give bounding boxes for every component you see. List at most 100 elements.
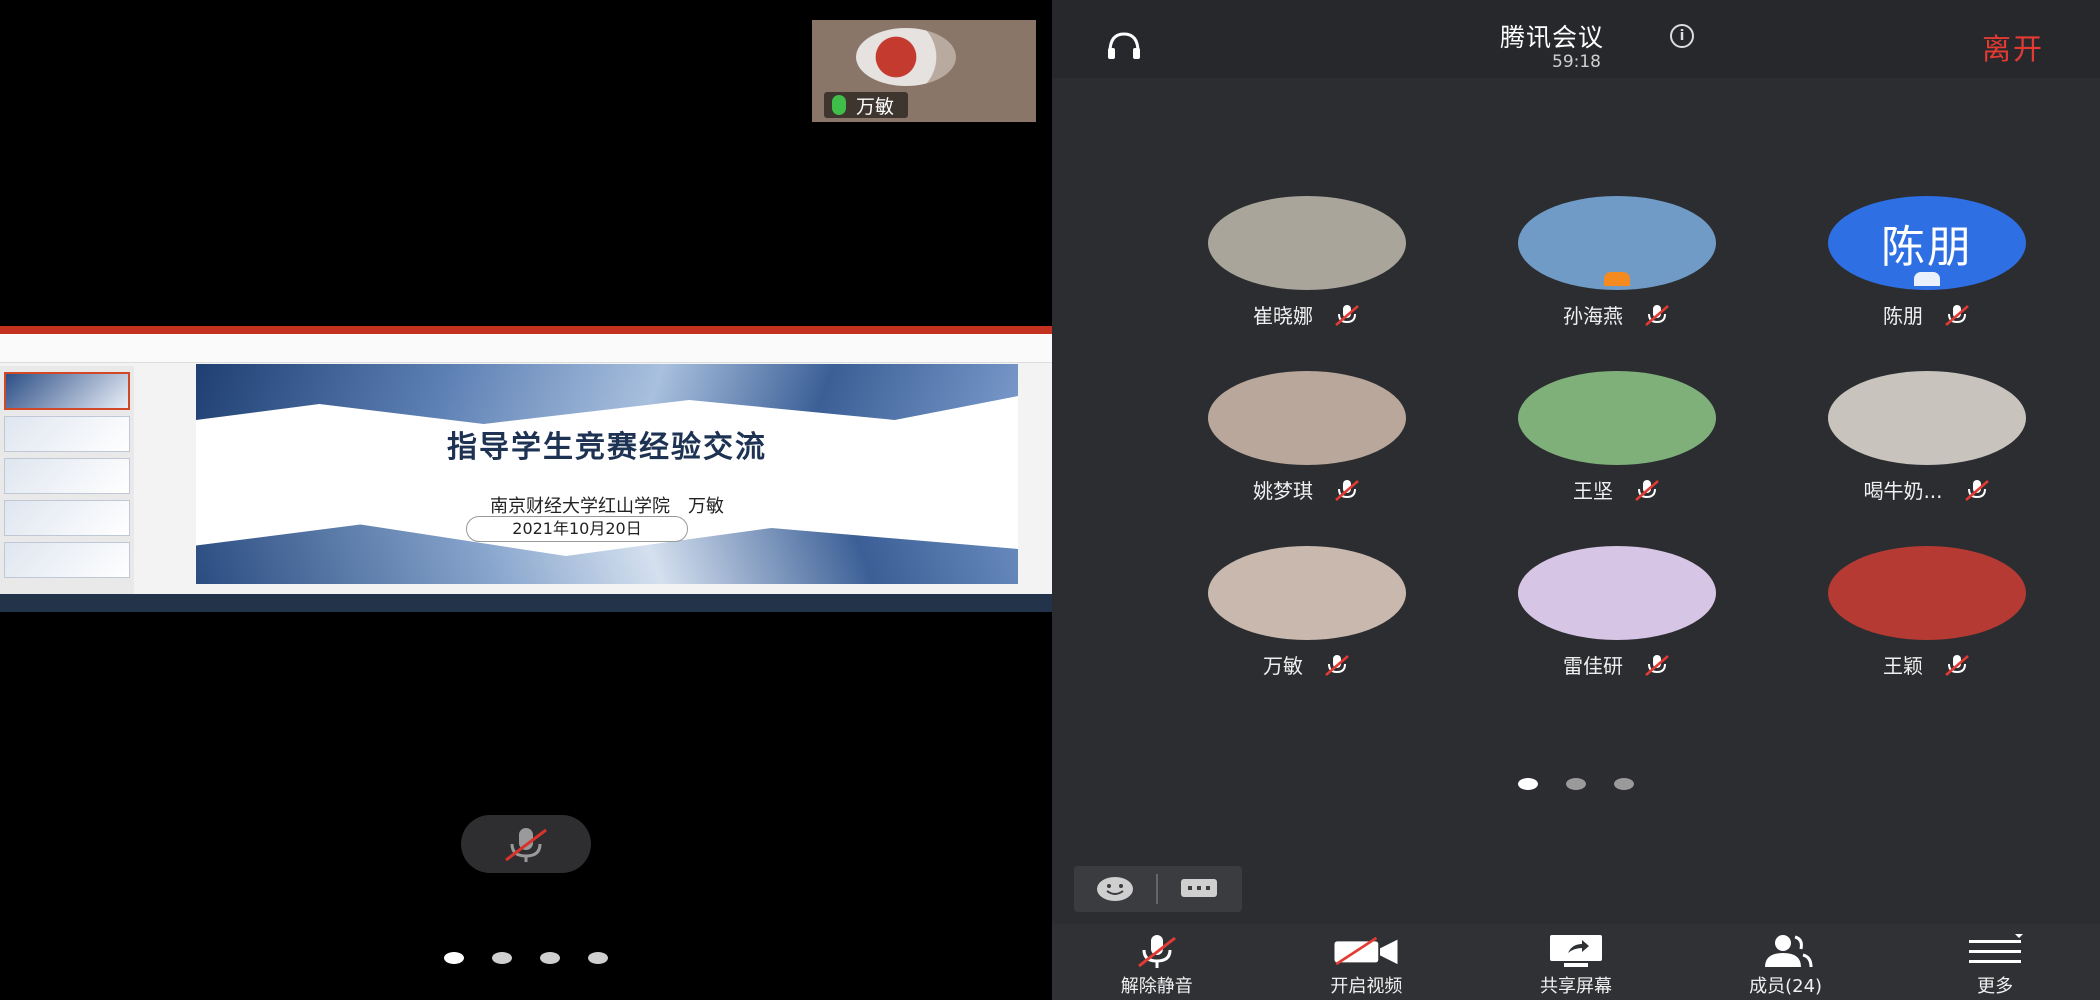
slide-thumbnail: [4, 500, 130, 536]
slide-title: 指导学生竞赛经验交流: [447, 430, 767, 465]
participant-card[interactable]: 姚梦琪: [1152, 371, 1462, 504]
participant-name: 万敏: [1263, 654, 1303, 678]
participant-name-row: 喝牛奶...: [1863, 475, 1990, 504]
participant-card[interactable]: 孙海燕: [1462, 196, 1772, 329]
page-dot[interactable]: [540, 952, 560, 964]
start-video-button[interactable]: 开启视频: [1262, 924, 1472, 1000]
video-off-icon: [1334, 936, 1398, 966]
chat-bar: [1074, 866, 1242, 912]
participant-name-row: 王坚: [1573, 475, 1661, 504]
page-dot[interactable]: [1566, 778, 1586, 790]
avatar-initials: 陈朋: [1881, 222, 1973, 273]
unmute-label: 解除静音: [1120, 976, 1193, 997]
page-dot[interactable]: [492, 952, 512, 964]
mic-off-icon: [1325, 654, 1349, 676]
participant-card[interactable]: 喝牛奶...: [1772, 371, 2082, 504]
ppt-titlebar: [0, 326, 1052, 334]
speaker-name-tag: 万敏: [824, 92, 909, 118]
participant-name: 崔晓娜: [1253, 304, 1313, 328]
mic-active-icon: [832, 95, 846, 115]
mic-off-icon: [1645, 304, 1669, 326]
info-icon[interactable]: i: [1670, 24, 1694, 48]
slide-date: 2021年10月20日: [466, 516, 688, 542]
speaker-avatar: [856, 28, 956, 86]
chat-button[interactable]: [1158, 866, 1240, 912]
participant-grid: 崔晓娜 孙海燕 陈朋 陈朋 姚梦琪 王坚 喝牛奶... 万敏 雷佳研 王颖: [1152, 196, 2082, 679]
participant-name: 姚梦琪: [1253, 479, 1313, 503]
shared-presentation: 指导学生竞赛经验交流 南京财经大学红山学院 万敏 2021年10月20日: [0, 326, 1052, 612]
meeting-header: 腾讯会议 i 59:18 离开: [1052, 0, 2100, 78]
participant-page-indicator: [1518, 778, 1634, 790]
mic-off-icon: [505, 828, 547, 862]
meeting-toolbar: 解除静音 开启视频 共享屏幕 成员(24) 更多: [1052, 924, 2100, 1000]
participant-avatar: [1828, 546, 2026, 640]
emoji-icon: [1097, 877, 1133, 901]
members-icon: [1764, 935, 1813, 968]
speaker-video-thumbnail[interactable]: 万敏: [812, 20, 1036, 122]
ppt-ribbon: [0, 334, 1052, 363]
mic-off-icon: [1945, 304, 1969, 326]
leave-button[interactable]: 离开: [1982, 26, 2044, 68]
participant-name: 孙海燕: [1563, 304, 1623, 328]
participant-name: 王颖: [1883, 654, 1923, 678]
mic-off-icon: [1645, 654, 1669, 676]
participant-avatar: [1208, 196, 1406, 290]
slide-thumbnails: [0, 366, 134, 602]
participant-avatar: [1208, 371, 1406, 465]
mic-off-icon: [1335, 479, 1359, 501]
participant-name: 陈朋: [1883, 304, 1923, 328]
participant-card[interactable]: 王坚: [1462, 371, 1772, 504]
mic-off-icon: [1945, 654, 1969, 676]
headset-icon[interactable]: [1104, 30, 1144, 60]
slide-thumbnail: [4, 542, 130, 578]
participant-avatar: [1518, 371, 1716, 465]
mic-off-icon: [1635, 479, 1659, 501]
participant-card[interactable]: 王颖: [1772, 546, 2082, 679]
share-screen-label: 共享屏幕: [1539, 976, 1612, 997]
page-dot[interactable]: [1518, 778, 1538, 790]
participant-name: 王坚: [1573, 479, 1613, 503]
participant-avatar: 陈朋: [1828, 196, 2026, 290]
participant-name-row: 姚梦琪: [1253, 475, 1361, 504]
host-badge-icon: [1604, 272, 1630, 286]
host-badge-icon: [1914, 272, 1940, 286]
slide-thumbnail: [4, 458, 130, 494]
slide-thumbnail: [4, 416, 130, 452]
more-button[interactable]: 更多: [1890, 924, 2100, 1000]
share-screen-icon: [1549, 935, 1602, 967]
meeting-title: 腾讯会议: [1500, 23, 1605, 52]
unmute-button[interactable]: 解除静音: [1052, 924, 1262, 1000]
meeting-timer: 59:18: [1552, 52, 1601, 72]
participant-avatar: [1208, 546, 1406, 640]
participant-name: 雷佳研: [1563, 654, 1623, 678]
participant-name-row: 陈朋: [1883, 300, 1971, 329]
members-button[interactable]: 成员(24): [1681, 924, 1891, 1000]
slide-subtitle: 南京财经大学红山学院 万敏: [490, 496, 724, 517]
mute-indicator[interactable]: [461, 815, 591, 873]
current-slide: 指导学生竞赛经验交流 南京财经大学红山学院 万敏 2021年10月20日: [196, 364, 1018, 584]
mic-off-icon: [1137, 935, 1176, 968]
participant-card[interactable]: 雷佳研: [1462, 546, 1772, 679]
more-menu-icon: [1969, 934, 2024, 963]
page-dot[interactable]: [1614, 778, 1634, 790]
participant-avatar: [1828, 371, 2026, 465]
share-screen-button[interactable]: 共享屏幕: [1471, 924, 1681, 1000]
participant-card[interactable]: 陈朋 陈朋: [1772, 196, 2082, 329]
participant-name-row: 崔晓娜: [1253, 300, 1361, 329]
participant-name-row: 孙海燕: [1563, 300, 1671, 329]
participant-card[interactable]: 崔晓娜: [1152, 196, 1462, 329]
chat-icon: [1181, 879, 1217, 897]
mic-off-icon: [1964, 479, 1989, 501]
left-page-indicator: [444, 952, 608, 964]
participant-name-row: 万敏: [1263, 650, 1351, 679]
emoji-button[interactable]: [1074, 866, 1156, 912]
participant-avatar: [1518, 546, 1716, 640]
participant-avatar: [1518, 196, 1716, 290]
page-dot[interactable]: [444, 952, 464, 964]
windows-taskbar: [0, 594, 1052, 612]
slide-thumbnail: [4, 372, 130, 410]
shared-screen-pane: 万敏 指导学生竞赛经验交流 南京财经大学红山学院 万敏 2021年10月20日: [0, 0, 1052, 1000]
participant-card[interactable]: 万敏: [1152, 546, 1462, 679]
participant-name: 喝牛奶...: [1863, 479, 1943, 503]
page-dot[interactable]: [588, 952, 608, 964]
